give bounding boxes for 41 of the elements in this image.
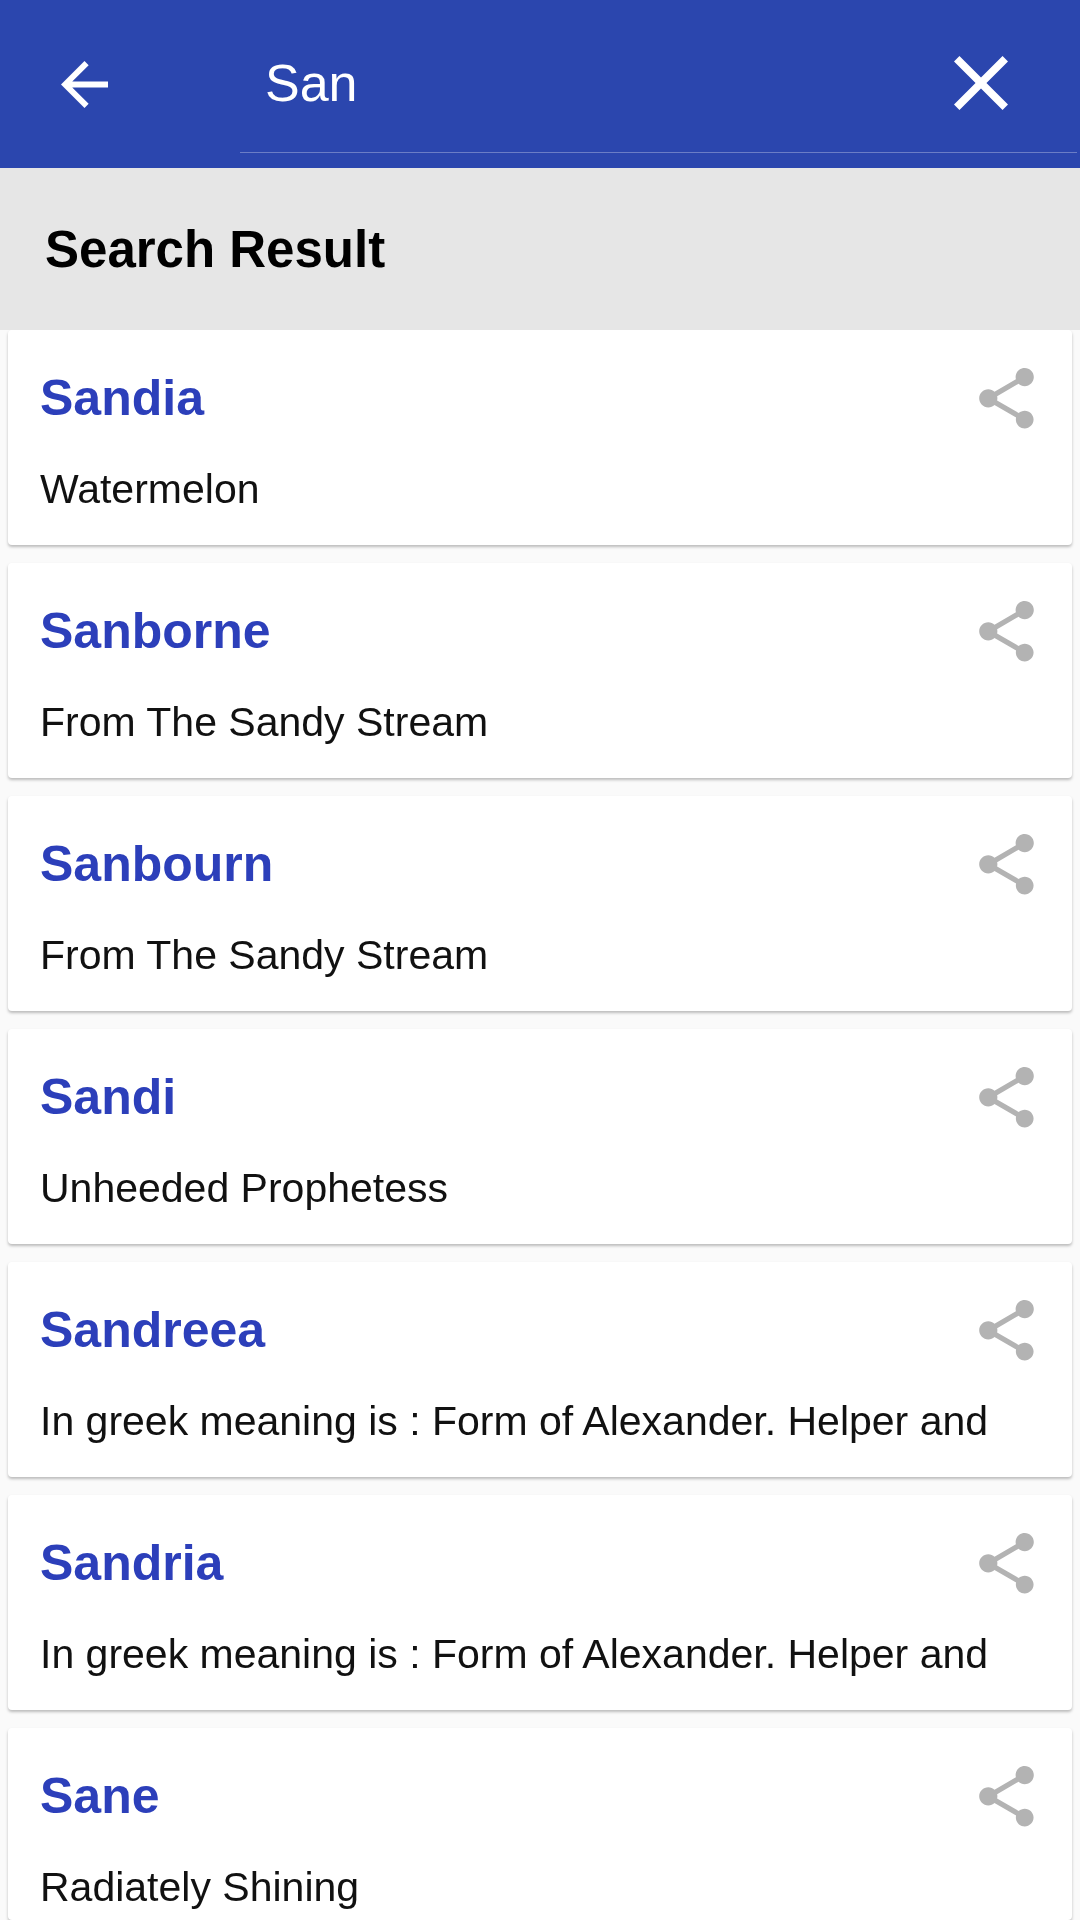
- result-name: Sanborne: [40, 602, 271, 661]
- result-card[interactable]: Sanborne From The Sandy Stream: [8, 563, 1072, 778]
- result-card[interactable]: Sandria In greek meaning is : Form of Alexander. Helper and: [8, 1495, 1072, 1710]
- result-name: Sandia: [40, 369, 204, 428]
- result-name: Sandi: [40, 1068, 177, 1127]
- share-button[interactable]: [979, 1765, 1034, 1827]
- share-button[interactable]: [979, 1066, 1034, 1128]
- share-icon: [979, 1066, 1034, 1128]
- back-button[interactable]: [61, 60, 108, 108]
- share-icon: [979, 600, 1034, 662]
- share-icon: [979, 1532, 1034, 1594]
- section-title: Search Result: [45, 219, 386, 279]
- result-meaning: In greek meaning is : Form of Alexander. Helper and: [40, 1630, 990, 1679]
- search-field[interactable]: San: [240, 51, 934, 115]
- share-icon: [979, 367, 1034, 429]
- result-meaning: Radiately Shining: [40, 1863, 361, 1912]
- result-meaning: From The Sandy Stream: [40, 931, 490, 980]
- share-icon: [979, 1765, 1034, 1827]
- close-icon: [954, 56, 1008, 110]
- share-button[interactable]: [979, 600, 1034, 662]
- result-card[interactable]: Sandia Watermelon: [8, 330, 1072, 545]
- result-card[interactable]: Sandi Unheeded Prophetess: [8, 1029, 1072, 1244]
- share-button[interactable]: [979, 1532, 1034, 1594]
- result-card[interactable]: Sane Radiately Shining: [8, 1728, 1072, 1920]
- back-arrow-icon: [61, 60, 108, 108]
- share-button[interactable]: [979, 367, 1034, 429]
- result-name: Sanbourn: [40, 835, 274, 894]
- result-card[interactable]: Sandreea In greek meaning is : Form of Alexander. Helper and: [8, 1262, 1072, 1477]
- result-meaning: Unheeded Prophetess: [40, 1164, 450, 1213]
- result-card[interactable]: Sanbourn From The Sandy Stream: [8, 796, 1072, 1011]
- share-button[interactable]: [979, 1299, 1034, 1361]
- clear-search-button[interactable]: [954, 56, 1008, 110]
- result-name: Sandreea: [40, 1301, 266, 1360]
- result-meaning: Watermelon: [40, 465, 261, 514]
- result-name: Sandria: [40, 1534, 224, 1593]
- share-icon: [979, 833, 1034, 895]
- result-meaning: In greek meaning is : Form of Alexander. Helper and: [40, 1397, 990, 1446]
- result-meaning: From The Sandy Stream: [40, 698, 490, 747]
- share-button[interactable]: [979, 833, 1034, 895]
- result-name: Sane: [40, 1767, 160, 1826]
- share-icon: [979, 1299, 1034, 1361]
